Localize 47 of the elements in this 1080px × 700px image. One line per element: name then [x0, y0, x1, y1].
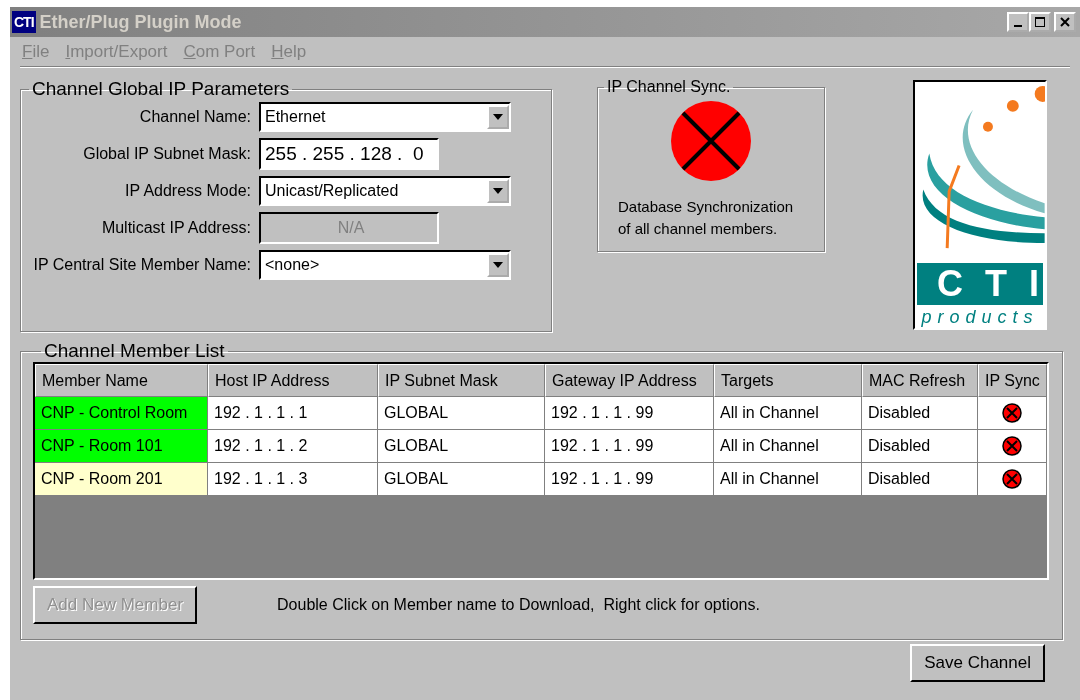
member-name-cell[interactable]: CNP - Room 101 [35, 430, 208, 463]
column-header[interactable]: Member Name [35, 364, 208, 397]
table-cell: Disabled [862, 397, 978, 430]
table-cell: 192 . 1 . 1 . 99 [545, 463, 714, 496]
table-cell: 192 . 1 . 1 . 2 [208, 430, 378, 463]
hint-text: Double Click on Member name to Download, Right click for options. [277, 596, 760, 614]
table-cell: GLOBAL [378, 463, 545, 496]
table-cell: All in Channel [714, 397, 862, 430]
table-cell: Disabled [862, 463, 978, 496]
save-channel-button[interactable]: Save Channel [910, 644, 1045, 682]
table-cell: 192 . 1 . 1 . 99 [545, 397, 714, 430]
dropdown[interactable]: Ethernet [259, 102, 511, 132]
logo-wordmark: CTI [917, 263, 1043, 305]
field-label: Global IP Subnet Mask: [82, 145, 251, 163]
group-title: Channel Global IP Parameters [31, 78, 291, 100]
table-cell: All in Channel [714, 463, 862, 496]
field-label: IP Address Mode: [124, 182, 251, 200]
table-cell: 192 . 1 . 1 . 1 [208, 397, 378, 430]
close-icon [1059, 16, 1071, 28]
window-title: Ether/Plug Plugin Mode [39, 11, 243, 33]
field-label: IP Central Site Member Name: [32, 256, 251, 274]
maximize-icon [1034, 16, 1046, 28]
minimize-icon [1014, 25, 1022, 27]
logo-tagline: products [921, 307, 1039, 328]
sync-description: Database Synchronization of all channel members. [617, 197, 795, 239]
group-title: IP Channel Sync. [606, 78, 732, 96]
column-header[interactable]: Host IP Address [208, 364, 378, 397]
dropdown[interactable]: Unicast/Replicated [259, 176, 511, 206]
column-header[interactable]: IP Sync [978, 364, 1047, 397]
group-title: Channel Member List [43, 340, 226, 362]
table-cell: 192 . 1 . 1 . 3 [208, 463, 378, 496]
field-label: Channel Name: [138, 108, 251, 126]
table-cell: GLOBAL [378, 430, 545, 463]
member-name-cell[interactable]: CNP - Control Room [35, 397, 208, 430]
column-header[interactable]: Gateway IP Address [545, 364, 714, 397]
member-name-cell[interactable]: CNP - Room 201 [35, 463, 208, 496]
table-cell: Disabled [862, 430, 978, 463]
table-cell: 192 . 1 . 1 . 99 [545, 430, 714, 463]
column-header[interactable]: IP Subnet Mask [378, 364, 545, 397]
dropdown[interactable]: <none> [259, 250, 511, 280]
table-cell: GLOBAL [378, 397, 545, 430]
column-header[interactable]: Targets [714, 364, 862, 397]
app-icon: CTI [12, 11, 36, 33]
field-label: Multicast IP Address: [100, 219, 251, 237]
column-header[interactable]: MAC Refresh [862, 364, 978, 397]
ip-address-field[interactable]: 255 . 255 . 128 . 0 [259, 138, 439, 170]
table-cell: All in Channel [714, 430, 862, 463]
